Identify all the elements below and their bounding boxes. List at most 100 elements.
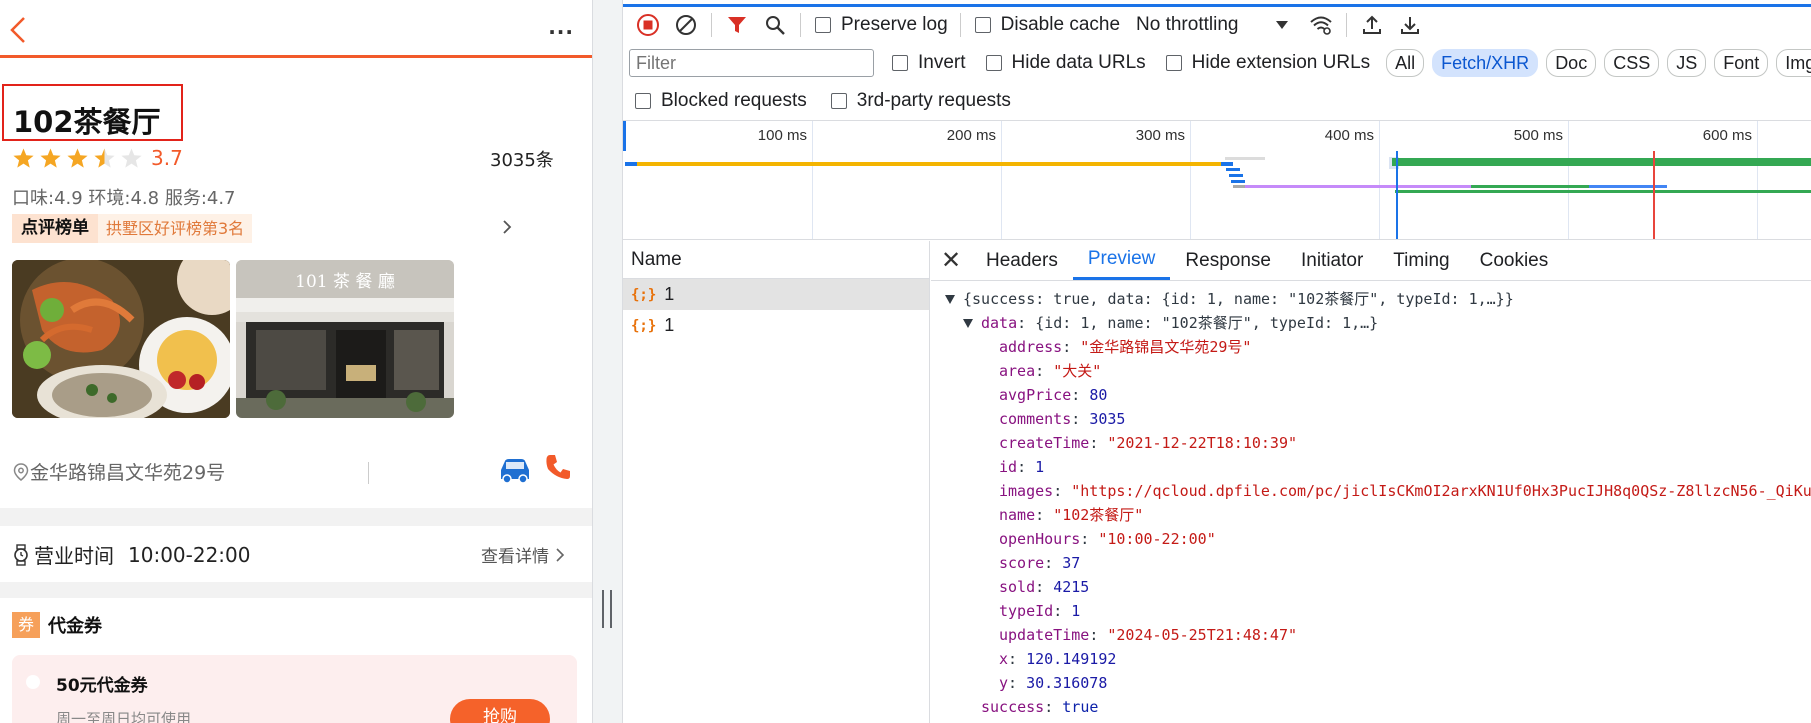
- json-data-row[interactable]: data: {id: 1, name: "102茶餐厅", typeId: 1,…: [931, 311, 1811, 335]
- json-field-row: id: 1: [999, 458, 1045, 476]
- blocked-requests-checkbox[interactable]: Blocked requests: [635, 90, 807, 112]
- comment-count[interactable]: 3035条: [490, 146, 554, 172]
- json-key: y: [999, 674, 1009, 692]
- invert-label: Invert: [918, 52, 966, 73]
- hide-extension-urls-label: Hide extension URLs: [1191, 52, 1371, 73]
- rank-badge[interactable]: 点评榜单 拱墅区好评榜第3名: [12, 214, 253, 243]
- hide-data-urls-checkbox[interactable]: Hide data URLs: [985, 52, 1146, 74]
- json-value: 3035: [1089, 410, 1126, 428]
- storefront-photo[interactable]: 101 茶 餐 廳: [236, 260, 454, 418]
- timeline-gridline: [1190, 121, 1191, 239]
- checkbox-box[interactable]: [815, 16, 831, 33]
- address-row[interactable]: 金华路锦昌文华苑29号: [12, 458, 225, 485]
- devtools-network-panel: Preserve log Disable cache No throttling: [623, 0, 1811, 723]
- json-icon: {;}: [631, 317, 657, 334]
- record-button[interactable]: [635, 12, 661, 38]
- coupon-card[interactable]: 50元代金券 周一至周日均可使用 抢购: [12, 655, 577, 723]
- tab-timing[interactable]: Timing: [1378, 241, 1464, 280]
- filter-toggle-button[interactable]: [724, 12, 750, 38]
- more-menu-button[interactable]: ···: [548, 20, 574, 44]
- hours-detail-link[interactable]: 查看详情: [481, 542, 567, 567]
- hide-extension-urls-checkbox[interactable]: Hide extension URLs: [1165, 52, 1371, 74]
- timeline-bar: [1233, 185, 1245, 188]
- wifi-settings-icon: [1310, 16, 1333, 35]
- network-overview-timeline[interactable]: 100 ms 200 ms 300 ms 400 ms 500 ms 600 m…: [623, 120, 1811, 240]
- json-value: true: [1062, 698, 1099, 716]
- dom-content-loaded-marker: [1396, 151, 1398, 239]
- tab-response[interactable]: Response: [1170, 241, 1286, 280]
- json-key: sold: [999, 578, 1036, 596]
- buy-button[interactable]: 抢购: [450, 699, 550, 723]
- json-root-row[interactable]: {success: true, data: {id: 1, name: "102…: [931, 287, 1811, 311]
- type-filter-img[interactable]: Img: [1776, 49, 1811, 77]
- name-column-header[interactable]: Name: [623, 241, 929, 279]
- expand-triangle-icon[interactable]: [963, 319, 973, 328]
- hours-row: 营业时间 10:00-22:00: [12, 540, 251, 569]
- type-filter-js[interactable]: JS: [1667, 49, 1707, 77]
- checkbox-box[interactable]: [1165, 55, 1182, 71]
- search-button[interactable]: [762, 12, 788, 38]
- request-row[interactable]: {;} 1: [623, 279, 929, 310]
- timeline-tick-label: 200 ms: [946, 127, 996, 144]
- json-field-row: avgPrice: 80: [999, 386, 1108, 404]
- json-key: x: [999, 650, 1009, 668]
- json-preview-tree: {success: true, data: {id: 1, name: "102…: [931, 281, 1811, 719]
- type-filter-font[interactable]: Font: [1714, 49, 1769, 77]
- json-field-row: area: "大关": [999, 362, 1102, 380]
- checkbox-box[interactable]: [974, 16, 991, 33]
- splitter-grip[interactable]: [602, 590, 612, 628]
- star-half-icon: [94, 147, 115, 168]
- coupon-radio[interactable]: [26, 675, 40, 689]
- phone-icon[interactable]: [543, 452, 573, 482]
- coupon-section-header: 券 代金券: [12, 612, 102, 638]
- expand-triangle-icon[interactable]: [945, 295, 955, 304]
- star-empty-icon: [121, 147, 142, 168]
- throttling-select[interactable]: No throttling: [1136, 14, 1289, 36]
- checkbox-box[interactable]: [985, 55, 1002, 71]
- timeline-gridline: [1568, 121, 1569, 239]
- section-gap: [0, 582, 592, 598]
- tab-preview[interactable]: Preview: [1072, 241, 1171, 280]
- network-conditions-button[interactable]: [1308, 12, 1334, 38]
- request-row[interactable]: {;} 1: [623, 310, 929, 341]
- import-har-button[interactable]: [1359, 12, 1385, 38]
- type-filter-all[interactable]: All: [1386, 49, 1425, 77]
- clear-button[interactable]: [673, 12, 699, 38]
- back-arrow-icon[interactable]: [6, 14, 30, 46]
- json-value: 1: [1035, 458, 1045, 476]
- dropdown-caret-icon: [1276, 20, 1289, 29]
- panel-splitter[interactable]: [592, 0, 623, 723]
- tab-initiator[interactable]: Initiator: [1286, 241, 1378, 280]
- json-value: 1: [1071, 602, 1081, 620]
- car-icon[interactable]: [497, 454, 533, 484]
- chevron-right-icon[interactable]: [500, 215, 514, 239]
- json-field-row: typeId: 1: [999, 602, 1081, 620]
- type-filter-css[interactable]: CSS: [1604, 49, 1660, 77]
- timeline-bar: [1229, 174, 1243, 177]
- filter-bar: Invert Hide data URLs Hide extension URL…: [623, 44, 1811, 82]
- timeline-tick-label: 400 ms: [1324, 127, 1374, 144]
- checkbox-box[interactable]: [830, 93, 847, 109]
- section-gap: [0, 508, 592, 526]
- preserve-log-checkbox[interactable]: Preserve log: [815, 14, 948, 36]
- third-party-requests-checkbox[interactable]: 3rd-party requests: [830, 90, 1011, 112]
- request-options-bar: Blocked requests 3rd-party requests: [623, 84, 1811, 118]
- checkbox-box[interactable]: [892, 55, 908, 71]
- timeline-bar: [1226, 168, 1240, 171]
- type-filter-fetch-xhr[interactable]: Fetch/XHR: [1432, 49, 1539, 77]
- food-photo[interactable]: [12, 260, 230, 418]
- close-icon[interactable]: ✕: [931, 241, 971, 280]
- json-value: 30.316078: [1026, 674, 1108, 692]
- checkbox-box[interactable]: [635, 93, 651, 109]
- invert-checkbox[interactable]: Invert: [892, 52, 966, 74]
- toolbar-separator: [959, 12, 961, 37]
- export-har-button[interactable]: [1397, 12, 1423, 38]
- filter-input[interactable]: [629, 49, 874, 77]
- disable-cache-checkbox[interactable]: Disable cache: [974, 14, 1120, 36]
- third-party-requests-label: 3rd-party requests: [856, 90, 1011, 111]
- timeline-bar: [625, 162, 637, 166]
- tab-cookies[interactable]: Cookies: [1465, 241, 1564, 280]
- tab-headers[interactable]: Headers: [971, 241, 1073, 280]
- json-value: 80: [1089, 386, 1108, 404]
- type-filter-doc[interactable]: Doc: [1546, 49, 1597, 77]
